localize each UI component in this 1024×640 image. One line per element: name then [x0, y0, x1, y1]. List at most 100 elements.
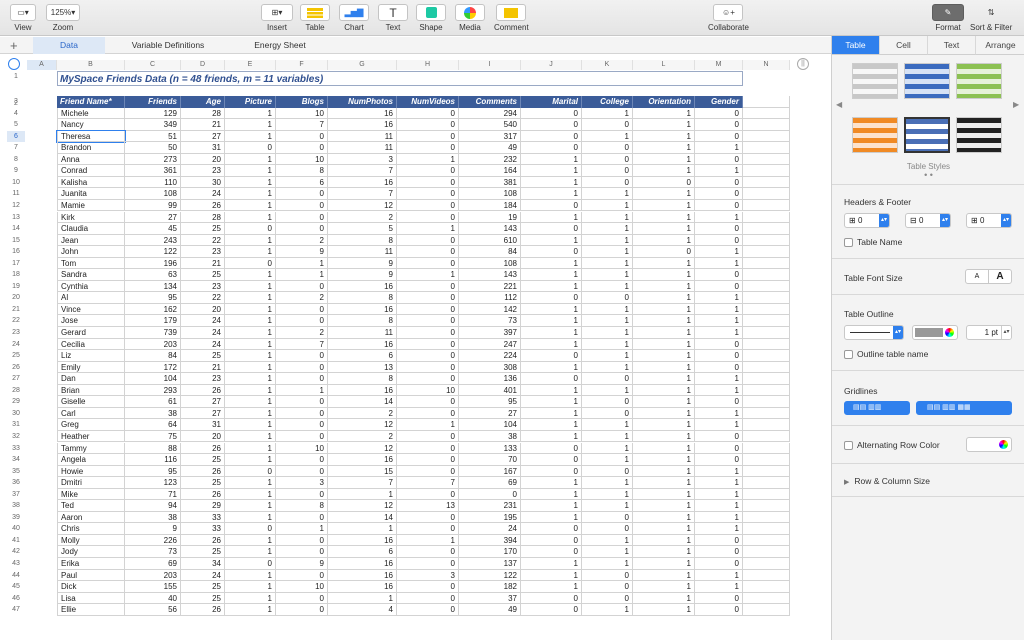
column-header[interactable]: L	[633, 60, 695, 70]
table-header-cell[interactable]: College	[582, 96, 633, 108]
text-control[interactable]: T Text	[378, 4, 408, 32]
table-cell[interactable]: 1	[633, 315, 695, 327]
table-cell[interactable]: 23	[181, 373, 225, 385]
table-cell[interactable]: 1	[521, 361, 582, 374]
table-cell[interactable]: 1	[521, 569, 582, 582]
empty-cell[interactable]	[743, 338, 790, 351]
table-cell[interactable]: 16	[328, 280, 397, 293]
table-cell[interactable]: 1	[582, 430, 633, 443]
table-cell[interactable]: 0	[521, 373, 582, 385]
table-cell[interactable]: 1	[582, 234, 633, 247]
table-cell[interactable]: 381	[459, 176, 521, 189]
row-number[interactable]: 23	[7, 327, 25, 339]
table-cell[interactable]: 182	[459, 581, 521, 593]
table-cell[interactable]: 37	[459, 592, 521, 605]
table-cell[interactable]: 1	[225, 165, 276, 177]
row-number[interactable]: 9	[7, 165, 25, 177]
table-cell[interactable]: 1	[521, 430, 582, 443]
table-cell[interactable]: 1	[225, 477, 276, 489]
table-cell[interactable]: 1	[695, 465, 743, 478]
table-cell[interactable]: 1	[225, 130, 276, 143]
table-cell[interactable]: 0	[695, 188, 743, 200]
table-cell[interactable]: 88	[125, 442, 181, 454]
table-cell[interactable]: 64	[125, 419, 181, 431]
table-cell[interactable]: 33	[181, 511, 225, 524]
empty-cell[interactable]	[743, 569, 790, 582]
row-number[interactable]: 11	[7, 188, 25, 200]
empty-cell[interactable]	[743, 477, 790, 489]
alternating-color-well[interactable]	[966, 437, 1012, 452]
table-cell[interactable]: 16	[328, 107, 397, 120]
table-cell[interactable]: 0	[521, 592, 582, 605]
row-column-size-disclosure[interactable]: ▶ Row & Column Size	[844, 476, 930, 486]
table-cell[interactable]: 1	[633, 546, 695, 558]
zoom-control[interactable]: 125% ▾ Zoom	[46, 4, 80, 32]
friend-name-cell[interactable]: Howie	[57, 465, 125, 478]
table-cell[interactable]: 25	[181, 546, 225, 558]
empty-cell[interactable]	[743, 96, 790, 108]
table-cell[interactable]: 11	[328, 130, 397, 143]
row-number[interactable]: 14	[7, 223, 25, 235]
table-cell[interactable]: 1	[695, 257, 743, 270]
table-cell[interactable]: 273	[125, 153, 181, 166]
table-cell[interactable]: 23	[181, 246, 225, 258]
row-number[interactable]: 12	[7, 200, 25, 212]
table-cell[interactable]: 1	[582, 442, 633, 454]
friend-name-cell[interactable]: Emily	[57, 361, 125, 374]
chevron-left-icon[interactable]: ◀	[836, 100, 842, 109]
table-cell[interactable]: 0	[695, 442, 743, 454]
table-cell[interactable]: 1	[633, 361, 695, 374]
table-cell[interactable]: 1	[633, 234, 695, 247]
friend-name-cell[interactable]: Lisa	[57, 592, 125, 605]
table-cell[interactable]: 0	[582, 153, 633, 166]
table-cell[interactable]: 142	[459, 303, 521, 316]
friend-name-cell[interactable]: Heather	[57, 430, 125, 443]
table-cell[interactable]: 0	[582, 396, 633, 408]
row-number[interactable]: 35	[7, 466, 25, 478]
table-cell[interactable]: 0	[397, 373, 459, 385]
table-cell[interactable]: 1	[225, 384, 276, 397]
table-cell[interactable]: 0	[276, 488, 328, 501]
table-cell[interactable]: 99	[125, 199, 181, 212]
table-cell[interactable]: 1	[633, 569, 695, 582]
table-cell[interactable]: 0	[695, 280, 743, 293]
table-cell[interactable]: 0	[397, 465, 459, 478]
table-cell[interactable]: 7	[276, 119, 328, 131]
outline-table-name-checkbox[interactable]	[844, 350, 853, 360]
friend-name-cell[interactable]: Carl	[57, 407, 125, 420]
table-cell[interactable]: 1	[521, 234, 582, 247]
table-cell[interactable]: 3	[328, 153, 397, 166]
chart-control[interactable]: ▂▅▇ Chart	[339, 4, 369, 32]
friend-name-cell[interactable]: Chris	[57, 523, 125, 535]
table-cell[interactable]: 0	[695, 130, 743, 143]
table-cell[interactable]: 1	[633, 153, 695, 166]
table-cell[interactable]: 1	[225, 303, 276, 316]
table-cell[interactable]: 16	[328, 303, 397, 316]
disclosure-triangle-icon[interactable]: ▶	[844, 479, 849, 486]
table-cell[interactable]: 1	[225, 188, 276, 200]
empty-cell[interactable]	[743, 581, 790, 593]
table-cell[interactable]: 1	[633, 269, 695, 281]
table-cell[interactable]: 0	[276, 396, 328, 408]
table-cell[interactable]: 0	[276, 511, 328, 524]
empty-cell[interactable]	[743, 558, 790, 570]
table-cell[interactable]: 8	[328, 234, 397, 247]
table-cell[interactable]: 95	[125, 465, 181, 478]
table-cell[interactable]: 397	[459, 327, 521, 339]
empty-cell[interactable]	[743, 592, 790, 605]
sort-filter-control[interactable]: ⇅ Sort & Filter	[970, 4, 1012, 32]
empty-cell[interactable]	[743, 396, 790, 408]
table-cell[interactable]: 1	[225, 119, 276, 131]
column-header[interactable]: D	[181, 60, 225, 70]
sheet-tab-variable-definitions[interactable]: Variable Definitions	[112, 37, 224, 54]
zoom-select[interactable]: 125% ▾	[46, 4, 80, 21]
table-cell[interactable]: 1	[582, 257, 633, 270]
empty-cell[interactable]	[743, 130, 790, 143]
table-cell[interactable]: 0	[582, 176, 633, 189]
table-cell[interactable]: 1	[582, 361, 633, 374]
header-rows-stepper[interactable]: ⊞ 0 ▴▾	[844, 213, 890, 228]
table-cell[interactable]: 24	[181, 315, 225, 327]
table-cell[interactable]: 0	[225, 523, 276, 535]
table-cell[interactable]: 21	[181, 257, 225, 270]
table-cell[interactable]: 1	[521, 280, 582, 293]
